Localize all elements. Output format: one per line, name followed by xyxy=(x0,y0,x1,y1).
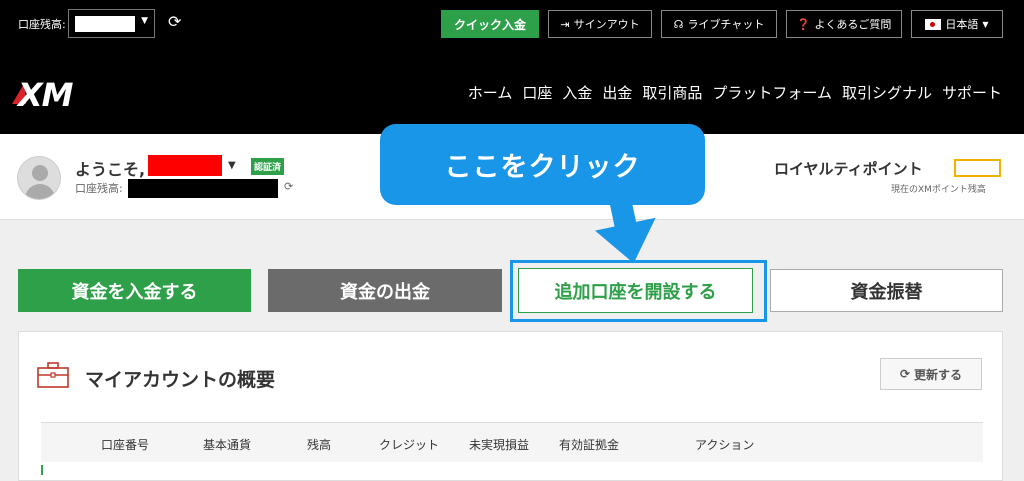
nav-menu: ホーム 口座 入金 出金 取引商品 プラットフォーム 取引シグナル サポート xyxy=(468,82,1002,103)
xm-logo[interactable]: XM xyxy=(12,76,74,114)
signout-button[interactable]: ⇥ サインアウト xyxy=(548,10,652,38)
open-account-label: 追加口座を開設する xyxy=(554,281,717,303)
callout-text: ここをクリック xyxy=(444,152,641,183)
live-chat-button[interactable]: ☊ ライブチャット xyxy=(661,10,777,38)
royalty-points-value xyxy=(954,159,1001,177)
refresh-button[interactable]: ⟳ 更新する xyxy=(880,358,982,390)
nav-item-account[interactable]: 口座 xyxy=(522,82,552,103)
col-equity: 有効証拠金 xyxy=(559,438,620,452)
col-action: アクション xyxy=(695,438,755,452)
faq-label: よくあるご質問 xyxy=(814,18,892,31)
royalty-points-label: ロイヤルティポイント xyxy=(774,160,923,178)
account-select-value xyxy=(75,16,135,32)
chevron-down-icon: ▼ xyxy=(982,19,989,29)
headset-icon: ☊ xyxy=(673,17,684,31)
nav-item-deposit[interactable]: 入金 xyxy=(562,82,592,103)
refresh-icon: ⟳ xyxy=(899,367,911,381)
transfer-label: 資金振替 xyxy=(850,281,923,303)
row-indicator xyxy=(41,465,43,475)
nav-item-products[interactable]: 取引商品 xyxy=(642,82,702,103)
quick-deposit-button[interactable]: クイック入金 xyxy=(441,10,539,38)
welcome-greeting: ようこそ, xyxy=(75,160,146,179)
click-here-callout: ここをクリック xyxy=(380,124,705,205)
balance-label: 口座残高: xyxy=(18,18,66,31)
nav-item-support[interactable]: サポート xyxy=(942,82,1002,103)
question-icon: ❓ xyxy=(796,17,811,31)
balance-label: 口座残高: xyxy=(75,182,123,195)
refresh-icon[interactable]: ⟳ xyxy=(284,180,293,193)
logo-text: XM xyxy=(18,76,74,114)
japan-flag-icon xyxy=(925,18,942,30)
withdraw-button[interactable]: 資金の出金 xyxy=(268,269,502,312)
col-balance: 残高 xyxy=(307,438,332,452)
col-base-currency: 基本通貨 xyxy=(203,438,252,452)
nav-item-withdraw[interactable]: 出金 xyxy=(602,82,632,103)
chevron-down-icon[interactable]: ▼ xyxy=(228,160,236,171)
avatar xyxy=(17,156,61,200)
withdraw-label: 資金の出金 xyxy=(340,281,430,303)
deposit-label: 資金を入金する xyxy=(71,281,198,303)
briefcase-icon xyxy=(37,362,69,388)
redacted-username xyxy=(148,155,222,176)
chevron-down-icon: ▼ xyxy=(141,16,148,26)
live-chat-label: ライブチャット xyxy=(687,18,765,31)
nav-item-home[interactable]: ホーム xyxy=(468,82,513,103)
top-bar: 口座残高: ▼ ⟳ クイック入金 ⇥ サインアウト ☊ ライブチャット ❓ よく… xyxy=(0,0,1024,50)
accounts-table-header: 口座番号 基本通貨 残高 クレジット 未実現損益 有効証拠金 アクション xyxy=(41,422,983,462)
nav-item-signals[interactable]: 取引シグナル xyxy=(842,82,932,103)
transfer-button[interactable]: 資金振替 xyxy=(770,269,1003,312)
col-account-number: 口座番号 xyxy=(101,438,150,452)
deposit-button[interactable]: 資金を入金する xyxy=(18,269,251,312)
col-unrealized-pl: 未実現損益 xyxy=(469,438,530,452)
col-credit: クレジット xyxy=(379,438,440,452)
account-select[interactable]: ▼ xyxy=(68,9,155,38)
overview-title: マイアカウントの概要 xyxy=(85,369,276,391)
royalty-points-sub: 現在のXMポイント残高 xyxy=(891,185,986,195)
refresh-icon[interactable]: ⟳ xyxy=(168,12,181,31)
redacted-balance xyxy=(128,179,278,198)
signout-icon: ⇥ xyxy=(560,17,570,31)
open-account-button[interactable]: 追加口座を開設する xyxy=(518,268,753,313)
faq-button[interactable]: ❓ よくあるご質問 xyxy=(786,10,902,38)
main-nav: XM ホーム 口座 入金 出金 取引商品 プラットフォーム 取引シグナル サポー… xyxy=(0,50,1024,134)
signout-label: サインアウト xyxy=(573,18,640,31)
quick-deposit-label: クイック入金 xyxy=(453,17,526,32)
refresh-label: 更新する xyxy=(914,367,963,382)
arrow-down-icon xyxy=(595,198,656,264)
language-select[interactable]: 日本語 ▼ xyxy=(911,10,1003,38)
account-overview-panel: マイアカウントの概要 ⟳ 更新する 口座番号 基本通貨 残高 クレジット 未実現… xyxy=(18,331,1003,481)
nav-item-platform[interactable]: プラットフォーム xyxy=(712,82,832,103)
verified-badge: 認証済 xyxy=(251,158,285,175)
language-label: 日本語 xyxy=(945,18,979,31)
